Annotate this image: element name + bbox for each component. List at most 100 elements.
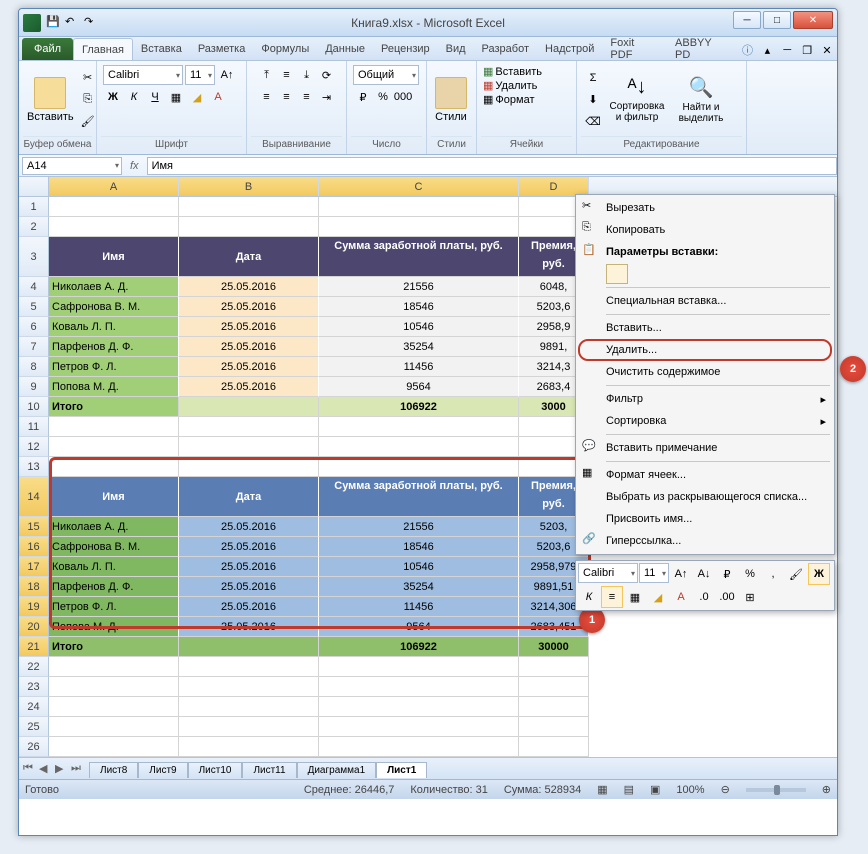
cell[interactable] [49, 197, 179, 217]
cell[interactable]: 21556 [319, 277, 519, 297]
cell[interactable]: 25.05.2016 [179, 317, 319, 337]
italic-button[interactable]: К [124, 87, 144, 107]
paste-button[interactable]: Вставить [25, 75, 76, 125]
doc-close-icon[interactable]: ✕ [817, 40, 837, 60]
ctx-insert[interactable]: Вставить... [578, 317, 832, 339]
align-center-icon[interactable]: ≡ [277, 87, 297, 107]
styles-button[interactable]: Стили [433, 75, 469, 125]
sheet-tab-active[interactable]: Лист1 [376, 762, 427, 778]
tab-data[interactable]: Данные [317, 38, 373, 60]
cell[interactable] [319, 717, 519, 737]
cell[interactable] [49, 737, 179, 757]
cell[interactable] [519, 657, 589, 677]
cell[interactable]: 9564 [319, 617, 519, 637]
ctx-define-name[interactable]: Присвоить имя... [578, 508, 832, 530]
cell[interactable] [49, 717, 179, 737]
cell[interactable]: Парфенов Д. Ф. [49, 577, 179, 597]
cell[interactable]: 106922 [319, 397, 519, 417]
cell[interactable] [319, 417, 519, 437]
help-icon[interactable]: ⓘ [738, 40, 758, 60]
cell[interactable]: 25.05.2016 [179, 617, 319, 637]
tab-abbyy[interactable]: ABBYY PD [667, 38, 738, 60]
minimize-ribbon-icon[interactable]: ▴ [757, 40, 777, 60]
row-header[interactable]: 9 [19, 377, 49, 397]
cell[interactable] [49, 697, 179, 717]
fx-icon[interactable]: fx [130, 160, 139, 172]
cell[interactable] [319, 457, 519, 477]
cell[interactable] [179, 677, 319, 697]
zoom-in-icon[interactable]: ⊕ [822, 783, 831, 796]
cell[interactable]: Петров Ф. Л. [49, 357, 179, 377]
cell[interactable] [179, 217, 319, 237]
ctx-cut[interactable]: ✂Вырезать [578, 197, 832, 219]
table-header[interactable]: Имя [49, 237, 179, 277]
font-color-icon[interactable]: A [208, 87, 228, 107]
mini-shrink-icon[interactable]: A↓ [693, 563, 715, 585]
cell[interactable]: 25.05.2016 [179, 597, 319, 617]
mini-dec-inc-icon[interactable]: .0 [693, 586, 715, 608]
tab-addins[interactable]: Надстрой [537, 38, 602, 60]
tab-foxit[interactable]: Foxit PDF [602, 38, 667, 60]
grow-font-icon[interactable]: A↑ [217, 65, 237, 85]
row-header[interactable]: 18 [19, 577, 49, 597]
currency-icon[interactable]: ₽ [353, 87, 373, 107]
cell[interactable] [49, 417, 179, 437]
cell[interactable] [519, 737, 589, 757]
doc-minimize-icon[interactable]: ─ [777, 40, 797, 60]
table-header[interactable]: Сумма заработной платы, руб. [319, 477, 519, 517]
tab-nav-next-icon[interactable]: ▶ [55, 762, 69, 776]
close-button[interactable]: ✕ [793, 11, 833, 29]
underline-button[interactable]: Ч [145, 87, 165, 107]
row-header[interactable]: 21 [19, 637, 49, 657]
cell[interactable]: 25.05.2016 [179, 537, 319, 557]
table-header[interactable]: Сумма заработной платы, руб. [319, 237, 519, 277]
mini-font-combo[interactable]: Calibri [578, 563, 638, 583]
cells-format-button[interactable]: ▦Формат [483, 93, 570, 106]
mini-bold-button[interactable]: Ж [808, 563, 830, 585]
ctx-format-cells[interactable]: ▦Формат ячеек... [578, 464, 832, 486]
cells-delete-button[interactable]: ▦Удалить [483, 79, 570, 92]
row-header[interactable]: 11 [19, 417, 49, 437]
find-select-button[interactable]: 🔍 Найти и выделить [671, 73, 731, 126]
copy-icon[interactable]: ⎘ [78, 90, 98, 110]
cell[interactable]: 25.05.2016 [179, 377, 319, 397]
cell[interactable]: 21556 [319, 517, 519, 537]
cell[interactable]: 25.05.2016 [179, 517, 319, 537]
cell[interactable] [179, 197, 319, 217]
cell[interactable]: 35254 [319, 577, 519, 597]
mini-format-painter-icon[interactable]: 🖌 [785, 563, 807, 585]
mini-italic-button[interactable]: К [578, 586, 600, 608]
mini-grow-icon[interactable]: A↑ [670, 563, 692, 585]
row-header[interactable]: 14 [19, 477, 49, 517]
row-header[interactable]: 10 [19, 397, 49, 417]
mini-merge-icon[interactable]: ⊞ [739, 586, 761, 608]
cell[interactable]: 25.05.2016 [179, 297, 319, 317]
row-header[interactable]: 16 [19, 537, 49, 557]
zoom-out-icon[interactable]: ⊖ [721, 783, 730, 796]
tab-insert[interactable]: Вставка [133, 38, 190, 60]
cell[interactable]: 10546 [319, 317, 519, 337]
row-header[interactable]: 3 [19, 237, 49, 277]
row-header[interactable]: 22 [19, 657, 49, 677]
mini-center-button[interactable]: ≡ [601, 586, 623, 608]
cell[interactable] [319, 197, 519, 217]
row-header[interactable]: 13 [19, 457, 49, 477]
cell[interactable] [179, 437, 319, 457]
fill-color-icon[interactable]: ◢ [187, 87, 207, 107]
tab-nav-prev-icon[interactable]: ◀ [39, 762, 53, 776]
comma-icon[interactable]: 000 [393, 87, 413, 107]
ctx-hyperlink[interactable]: 🔗Гиперссылка... [578, 530, 832, 552]
cell[interactable] [179, 737, 319, 757]
cell[interactable] [319, 437, 519, 457]
view-pagebreak-icon[interactable]: ▣ [650, 783, 660, 796]
cell[interactable]: Николаев А. Д. [49, 517, 179, 537]
cell[interactable]: Парфенов Д. Ф. [49, 337, 179, 357]
sheet-tab[interactable]: Лист10 [188, 762, 243, 778]
row-header[interactable]: 20 [19, 617, 49, 637]
cell[interactable]: 11456 [319, 597, 519, 617]
row-header[interactable]: 8 [19, 357, 49, 377]
ctx-pick-list[interactable]: Выбрать из раскрывающегося списка... [578, 486, 832, 508]
row-header[interactable]: 15 [19, 517, 49, 537]
cell[interactable]: Коваль Л. П. [49, 557, 179, 577]
col-header-c[interactable]: C [319, 177, 519, 196]
